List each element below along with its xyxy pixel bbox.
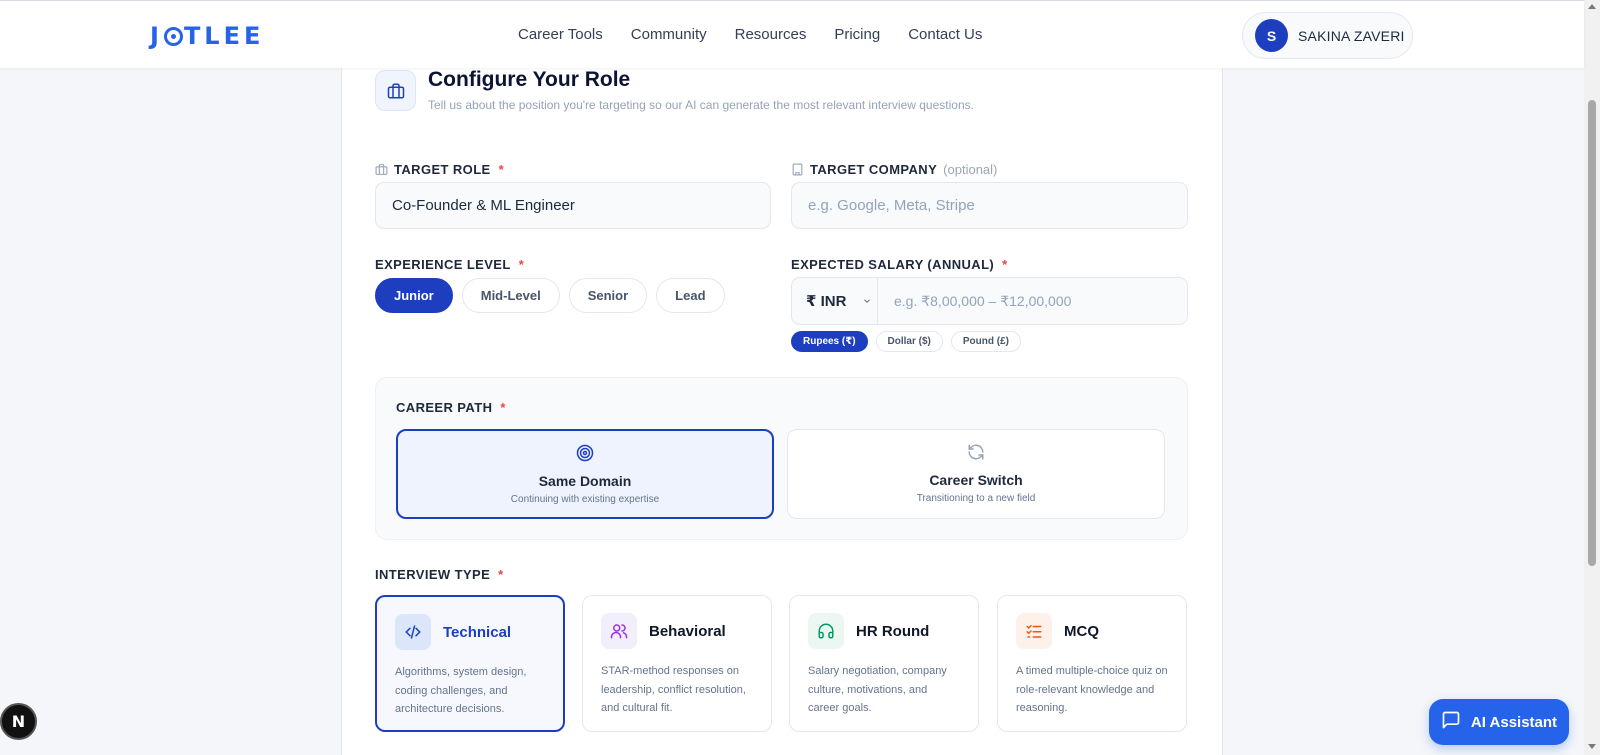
- scroll-up-arrow-icon[interactable]: [1588, 4, 1596, 9]
- nav-career-tools[interactable]: Career Tools: [518, 26, 603, 43]
- salary-field: ₹ INR: [791, 277, 1188, 325]
- interview-type-desc: STAR-method responses on leadership, con…: [601, 665, 746, 714]
- checklist-icon: [1016, 613, 1052, 649]
- top-navbar: J TLEE Career Tools Community Resources P…: [0, 0, 1584, 68]
- nav-pricing[interactable]: Pricing: [834, 26, 880, 43]
- interview-type-desc: Salary negotiation, company culture, mot…: [808, 665, 947, 714]
- user-name: SAKINA ZAVERI: [1298, 27, 1405, 44]
- interview-type-title: MCQ: [1064, 622, 1099, 640]
- chat-bubble-icon: [1441, 710, 1461, 734]
- users-icon: [601, 613, 637, 649]
- currency-option-pound[interactable]: Pound (£): [950, 331, 1021, 352]
- career-path-title: Same Domain: [538, 473, 632, 489]
- briefcase-icon: [375, 70, 416, 111]
- target-icon: [576, 444, 594, 467]
- target-company-label: TARGET COMPANY (optional): [791, 162, 997, 177]
- interview-type-title: Behavioral: [649, 622, 726, 640]
- page-subtitle: Tell us about the position you're target…: [428, 98, 974, 112]
- target-company-input[interactable]: [791, 182, 1188, 229]
- career-path-desc: Continuing with existing expertise: [510, 494, 660, 505]
- headphones-icon: [808, 613, 844, 649]
- target-role-label: TARGET ROLE *: [375, 162, 504, 177]
- experience-level-options: Junior Mid-Level Senior Lead: [375, 278, 725, 313]
- interview-type-behavioral[interactable]: Behavioral STAR-method responses on lead…: [582, 595, 772, 732]
- refresh-icon: [967, 443, 985, 466]
- scroll-down-arrow-icon[interactable]: [1588, 744, 1596, 749]
- briefcase-icon: [375, 163, 388, 176]
- user-menu[interactable]: S SAKINA ZAVERI: [1242, 12, 1413, 59]
- avatar: S: [1255, 19, 1288, 52]
- scrollbar-thumb[interactable]: [1588, 100, 1596, 566]
- career-path-desc: Transitioning to a new field: [916, 493, 1036, 504]
- interview-type-title: HR Round: [856, 622, 930, 640]
- dev-tools-badge[interactable]: N: [0, 703, 37, 740]
- currency-option-rupees[interactable]: Rupees (₹): [791, 331, 868, 352]
- currency-select[interactable]: ₹ INR: [792, 278, 878, 324]
- interview-type-mcq[interactable]: MCQ A timed multiple-choice quiz on role…: [997, 595, 1187, 732]
- target-role-input[interactable]: [375, 182, 771, 229]
- chevron-down-icon: [862, 293, 872, 310]
- ai-assistant-button[interactable]: AI Assistant: [1429, 699, 1569, 745]
- logo-mark-icon: [163, 26, 183, 46]
- logo[interactable]: J TLEE: [150, 22, 264, 50]
- building-icon: [791, 163, 804, 176]
- currency-options: Rupees (₹) Dollar ($) Pound (£): [791, 331, 1021, 352]
- interview-type-label: INTERVIEW TYPE *: [375, 567, 504, 582]
- expected-salary-label: EXPECTED SALARY (ANNUAL) *: [791, 257, 1008, 272]
- experience-option-senior[interactable]: Senior: [568, 278, 648, 313]
- career-path-career-switch[interactable]: Career Switch Transitioning to a new fie…: [787, 429, 1165, 519]
- career-path-label: CAREER PATH *: [396, 400, 506, 415]
- career-path-same-domain[interactable]: Same Domain Continuing with existing exp…: [396, 429, 774, 519]
- interview-type-desc: A timed multiple-choice quiz on role-rel…: [1016, 665, 1168, 714]
- main-nav: Career Tools Community Resources Pricing…: [518, 26, 982, 43]
- experience-option-mid-level[interactable]: Mid-Level: [461, 278, 560, 313]
- interview-type-technical[interactable]: Technical Algorithms, system design, cod…: [375, 595, 565, 732]
- page-title: Configure Your Role: [428, 68, 631, 91]
- currency-option-dollar[interactable]: Dollar ($): [875, 331, 943, 352]
- interview-type-hr-round[interactable]: HR Round Salary negotiation, company cul…: [789, 595, 979, 732]
- experience-level-label: EXPERIENCE LEVEL *: [375, 257, 525, 272]
- salary-input[interactable]: [878, 278, 1187, 324]
- nav-contact-us[interactable]: Contact Us: [908, 26, 982, 43]
- page-scrollbar[interactable]: [1584, 0, 1600, 755]
- experience-option-junior[interactable]: Junior: [375, 278, 453, 313]
- interview-type-title: Technical: [443, 623, 512, 641]
- career-path-title: Career Switch: [929, 472, 1023, 488]
- code-icon: [395, 614, 431, 650]
- nav-community[interactable]: Community: [631, 26, 707, 43]
- nav-resources[interactable]: Resources: [735, 26, 807, 43]
- interview-type-desc: Algorithms, system design, coding challe…: [395, 666, 527, 715]
- experience-option-lead[interactable]: Lead: [656, 278, 725, 313]
